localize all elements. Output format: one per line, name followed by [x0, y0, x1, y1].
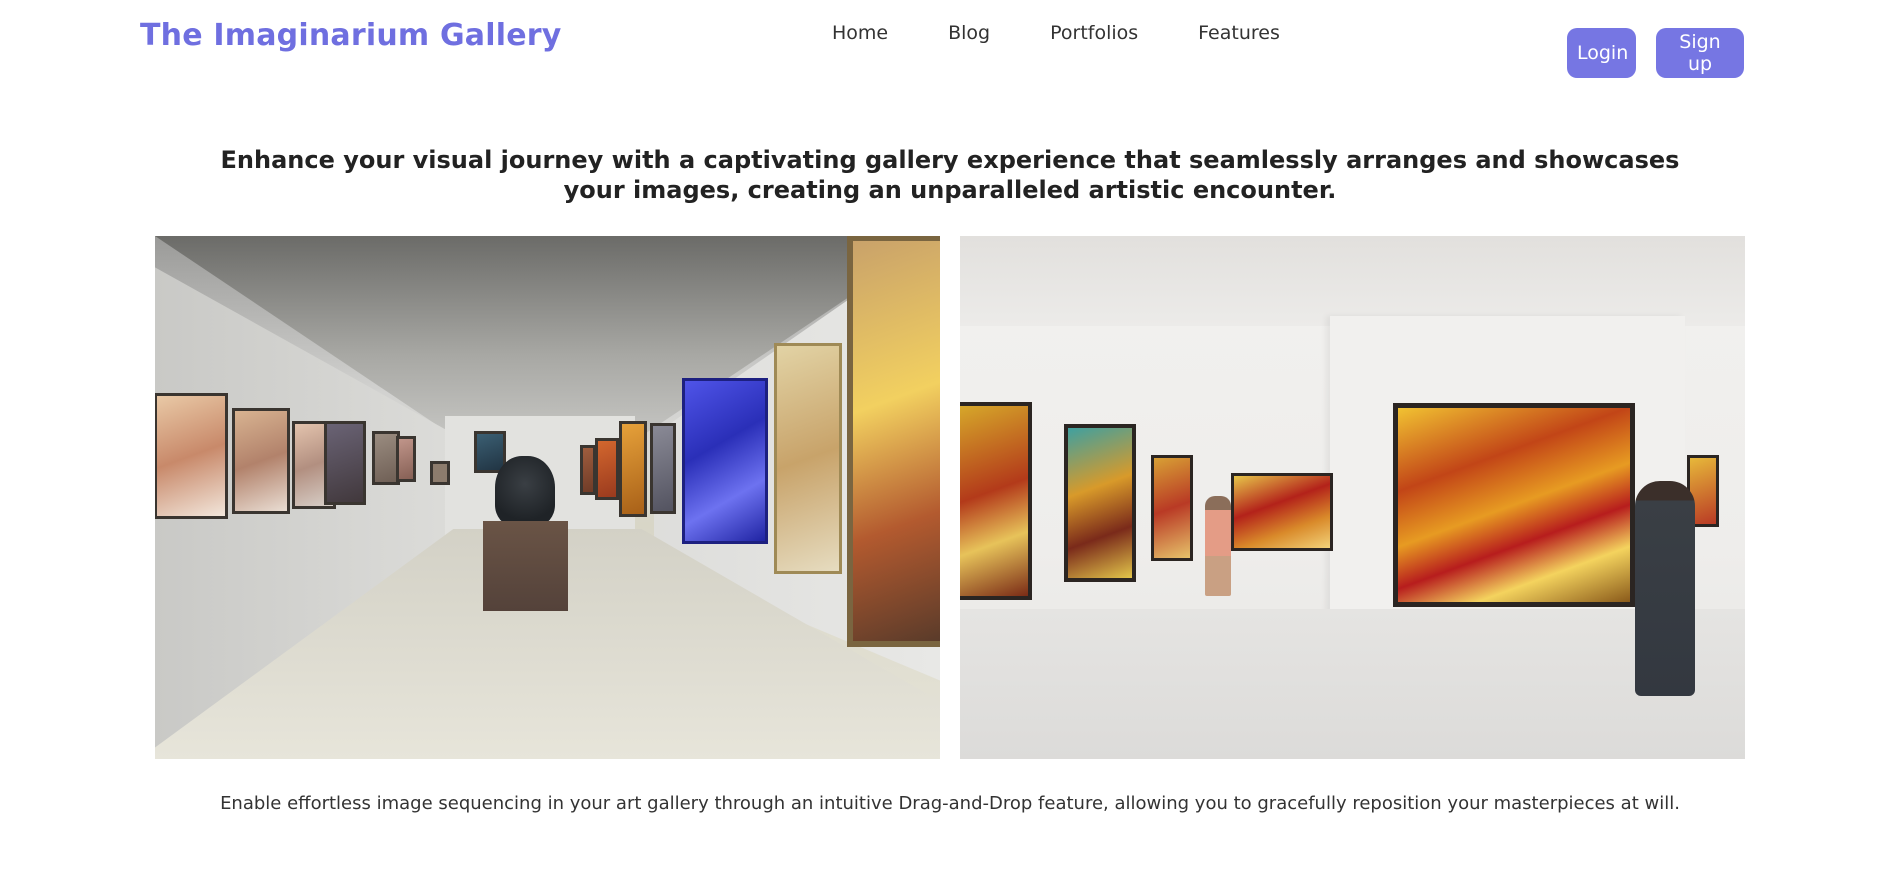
nav-item-features[interactable]: Features: [1198, 22, 1280, 44]
painting: [685, 381, 765, 541]
painting: [375, 434, 397, 482]
login-button[interactable]: Login: [1567, 28, 1636, 78]
painting: [157, 396, 225, 516]
painting: [1398, 408, 1630, 602]
drag-drop-caption: Enable effortless image sequencing in yo…: [220, 793, 1680, 814]
gallery-image-museum-hall[interactable]: [155, 236, 940, 759]
painting: [653, 426, 673, 511]
brand-title[interactable]: The Imaginarium Gallery: [140, 18, 562, 53]
floor: [960, 609, 1745, 759]
painting: [327, 424, 363, 502]
painting: [583, 448, 593, 492]
painting: [622, 424, 644, 514]
nav-item-portfolios[interactable]: Portfolios: [1050, 22, 1138, 44]
painting: [399, 439, 413, 479]
ceiling: [960, 236, 1745, 326]
sculpture-bust: [495, 456, 555, 526]
nav-item-home[interactable]: Home: [832, 22, 888, 44]
image-gallery: [155, 236, 1745, 759]
visitor-woman: [1205, 496, 1231, 596]
pedestal: [483, 521, 568, 611]
signup-button[interactable]: Sign up: [1656, 28, 1744, 78]
painting: [235, 411, 287, 511]
page: The Imaginarium Gallery Home Blog Portfo…: [0, 0, 1900, 881]
painting: [1068, 428, 1132, 578]
hero-headline: Enhance your visual journey with a capti…: [220, 146, 1680, 204]
main-nav: Home Blog Portfolios Features: [832, 22, 1280, 44]
painting: [1234, 476, 1330, 548]
painting: [777, 346, 839, 571]
painting: [477, 434, 503, 470]
nav-item-blog[interactable]: Blog: [948, 22, 990, 44]
visitor-man: [1635, 481, 1695, 696]
painting: [960, 406, 1028, 596]
painting: [433, 464, 447, 482]
painting: [853, 241, 940, 641]
auth-buttons: Login Sign up: [1567, 28, 1744, 78]
painting: [598, 441, 616, 497]
painting: [1154, 458, 1190, 558]
gallery-image-modern-gallery[interactable]: [960, 236, 1745, 759]
